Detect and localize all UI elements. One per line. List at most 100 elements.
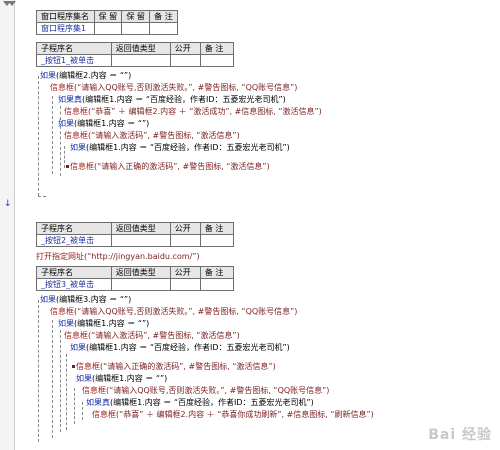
function-name: 信息框 xyxy=(64,107,88,116)
function-name: 信息框 xyxy=(76,362,100,371)
code-args: (“请输入QQ账号,否则激活失败。”, #警告图标, “QQ账号信息”) xyxy=(74,83,298,92)
table-header: 子程序名 xyxy=(36,42,112,55)
table-header: 返回值类型 xyxy=(110,42,171,55)
table-header: 子程序名 xyxy=(36,266,112,279)
flow-line xyxy=(52,96,53,174)
table-header: 备 注 xyxy=(199,266,235,279)
table-header: 保 留 xyxy=(93,10,123,23)
code-line[interactable]: 信息框(“请输入QQ账号,否则激活失败。”, #警告图标, “QQ账号信息”) xyxy=(50,307,297,317)
code-args: (“恭喜” ＋ 编辑框2.内容 ＋ “恭喜你成功刷新”, #信息图标, “刷新信… xyxy=(116,410,374,419)
table-cell[interactable] xyxy=(169,278,201,291)
function-name: 信息框 xyxy=(92,410,116,419)
code-args: (编辑框1.内容 ＝ “百度经验，作者ID：五菱宏光老司机”) xyxy=(110,398,314,407)
table-header: 备 注 xyxy=(199,42,235,55)
table-cell[interactable] xyxy=(149,22,178,35)
flow-line xyxy=(60,330,61,432)
keyword: 如果 xyxy=(58,119,74,128)
code-line[interactable]: 信息框(“请输入激活码”, #警告图标, “激活信息”) xyxy=(64,331,240,341)
keyword: 如果 xyxy=(40,295,56,304)
code-line[interactable]: 如果真(编辑框1.内容 ＝ “百度经验，作者ID：五菱宏光老司机”) xyxy=(58,95,286,105)
breakpoint-dot-icon xyxy=(72,365,75,368)
code-args: (“请输入QQ账号,否则激活失败。”, #警告图标, “QQ账号信息”) xyxy=(74,307,298,316)
code-args: (编辑框1.内容 ＝ “百度经验，作者ID：五菱宏光老司机”) xyxy=(86,343,290,352)
code-line[interactable]: 如果真(编辑框1.内容 ＝ “百度经验，作者ID：五菱宏光老司机”) xyxy=(86,398,314,408)
code-line[interactable]: 如果(编辑框1.内容 ＝ “百度经验，作者ID：五菱宏光老司机”) xyxy=(70,343,290,353)
code-line[interactable]: 如果(编辑框1.内容 ＝ “”) xyxy=(58,319,149,329)
collapse-triangle-icon[interactable] xyxy=(8,1,16,6)
code-line[interactable]: 信息框(“请输入QQ账号,否则激活失败。”, #警告图标, “QQ账号信息”) xyxy=(50,83,297,93)
code-args: (“请输入正确的激活码”, #警告图标, “激活信息”) xyxy=(94,162,270,171)
keyword: 如果 xyxy=(70,343,86,352)
table-cell[interactable] xyxy=(199,54,235,67)
keyword: 如果 xyxy=(58,319,74,328)
code-line[interactable]: 信息框(“请输入正确的激活码”, #警告图标, “激活信息”) xyxy=(70,162,270,172)
table-header: 返回值类型 xyxy=(110,222,171,235)
flow-line xyxy=(64,146,65,168)
code-line[interactable]: 信息框(“恭喜” ＋ 编辑框2.内容 ＋ “恭喜你成功刷新”, #信息图标, “… xyxy=(92,410,374,420)
function-name: 打开指定网址 xyxy=(36,252,84,261)
code-line[interactable]: 打开指定网址(“http://jingyan.baidu.com/”) xyxy=(36,252,200,262)
table-cell[interactable] xyxy=(169,234,201,247)
table-cell[interactable] xyxy=(169,54,201,67)
flow-line xyxy=(38,76,39,196)
code-args: (编辑框1.内容 ＝ “”) xyxy=(92,374,168,383)
table-header: 保 留 xyxy=(121,10,151,23)
code-line[interactable]: 信息框(“请输入激活码”, #警告图标, “激活信息”) xyxy=(64,131,240,141)
program-set-name[interactable]: 窗口程序集1 xyxy=(36,22,95,35)
subroutine-name[interactable]: _按钮3_被单击 xyxy=(36,278,112,291)
code-args: (“恭喜” ＋ 编辑框2.内容 ＋ “激活成功”, #信息图标, “激活信息”) xyxy=(88,107,322,116)
breakpoint-dot-icon xyxy=(66,165,69,168)
code-line[interactable]: 信息框(“请输入正确的激活码”, #警告图标, “激活信息”) xyxy=(76,362,276,372)
code-line[interactable]: 信息框(“恭喜” ＋ 编辑框2.内容 ＋ “激活成功”, #信息图标, “激活信… xyxy=(64,107,322,117)
keyword: 如果 xyxy=(70,143,86,152)
code-args: (编辑框1.内容 ＝ “百度经验，作者ID：五菱宏光老司机”) xyxy=(82,95,286,104)
flow-line xyxy=(60,106,61,120)
flow-line xyxy=(82,402,83,420)
subroutine-table: 子程序名 返回值类型 公开 备 注 _按钮3_被单击 xyxy=(36,266,235,291)
table-cell[interactable] xyxy=(110,234,171,247)
keyword: 如果真 xyxy=(58,95,82,104)
table-cell[interactable] xyxy=(121,22,151,35)
flow-line xyxy=(60,126,61,176)
code-args: (“请输入正确的激活码”, #警告图标, “激活信息”) xyxy=(100,362,276,371)
table-header: 返回值类型 xyxy=(110,266,171,279)
code-args: (编辑框1.内容 ＝ “”) xyxy=(74,119,150,128)
table-cell[interactable] xyxy=(110,278,171,291)
code-args: (编辑框1.内容 ＝ “百度经验，作者ID：五菱宏光老司机”) xyxy=(86,143,290,152)
code-args: (“请输入激活码”, #警告图标, “激活信息”) xyxy=(88,331,240,340)
function-name: 信息框 xyxy=(82,386,106,395)
function-name: 信息框 xyxy=(50,83,74,92)
table-cell[interactable] xyxy=(110,54,171,67)
table-header: 公开 xyxy=(169,42,201,55)
table-cell[interactable] xyxy=(93,22,123,35)
flow-line xyxy=(38,300,39,442)
keyword: 如果真 xyxy=(86,398,110,407)
code-args: (“请输入激活码”, #警告图标, “激活信息”) xyxy=(88,131,240,140)
code-line[interactable]: 如果(编辑框1.内容 ＝ “”) xyxy=(76,374,167,384)
code-args: (编辑框3.内容 ＝ “”) xyxy=(56,295,132,304)
flow-line xyxy=(38,196,46,197)
code-args: (编辑框2.内容 ＝ “”) xyxy=(56,71,132,80)
function-name: 信息框 xyxy=(70,162,94,171)
function-name: 信息框 xyxy=(64,131,88,140)
code-line[interactable]: 信息框(“请输入QQ账号,否则激活失败。”, #警告图标, “QQ账号信息”) xyxy=(82,386,329,396)
code-line[interactable]: 如果(编辑框3.内容 ＝ “”) xyxy=(40,295,131,305)
keyword: 如果 xyxy=(76,374,92,383)
code-args: (“http://jingyan.baidu.com/”) xyxy=(84,252,200,261)
editor-gutter: ↓ xyxy=(0,0,16,450)
program-set-table: 窗口程序集名 保 留 保 留 备 注 窗口程序集1 xyxy=(36,10,178,35)
table-cell[interactable] xyxy=(199,278,235,291)
table-cell[interactable] xyxy=(199,234,235,247)
code-line[interactable]: 如果(编辑框1.内容 ＝ “百度经验，作者ID：五菱宏光老司机”) xyxy=(70,143,290,153)
code-line[interactable]: 如果(编辑框2.内容 ＝ “”) xyxy=(40,71,131,81)
table-header: 公开 xyxy=(169,222,201,235)
watermark-logo: Bai 经验 xyxy=(428,427,492,443)
code-line[interactable]: 如果(编辑框1.内容 ＝ “”) xyxy=(58,119,149,129)
code-args: (编辑框1.内容 ＝ “”) xyxy=(74,319,150,328)
subroutine-name[interactable]: _按钮1_被单击 xyxy=(36,54,112,67)
keyword: 如果 xyxy=(40,71,56,80)
flow-line xyxy=(74,388,75,424)
table-header: 子程序名 xyxy=(36,222,112,235)
subroutine-name[interactable]: _按钮2_被单击 xyxy=(36,234,112,247)
code-args: (“请输入QQ账号,否则激活失败。”, #警告图标, “QQ账号信息”) xyxy=(106,386,330,395)
